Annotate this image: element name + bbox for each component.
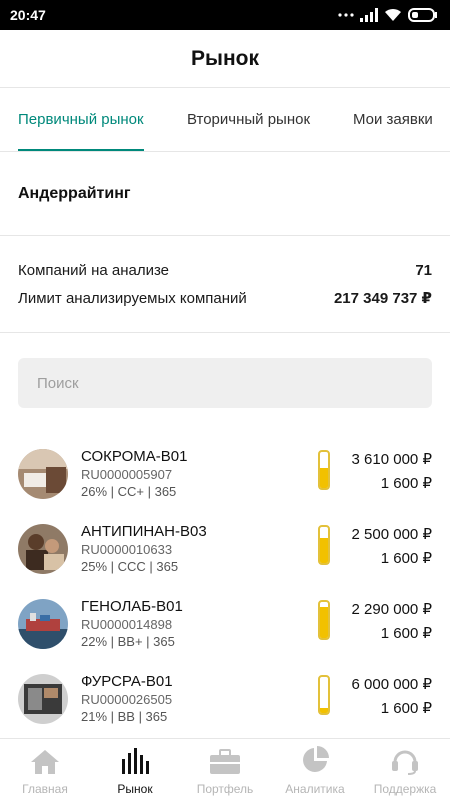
company-avatar: [18, 673, 68, 724]
status-time: 20:47: [10, 7, 46, 23]
stat-label: Лимит анализируемых компаний: [18, 289, 247, 307]
stat-label: Компаний на анализе: [18, 261, 170, 279]
list-item[interactable]: АНТИПИНАН-B03 RU0000010633 25% | CCC | 3…: [0, 511, 450, 586]
bond-total: 6 000 000 ₽: [351, 676, 432, 693]
nav-market[interactable]: Рынок: [90, 739, 180, 800]
list-item[interactable]: ГЕНОЛАБ-B01 RU0000014898 22% | BB+ | 365…: [0, 586, 450, 661]
home-icon: [30, 749, 60, 782]
nav-label: Портфель: [196, 782, 254, 796]
bond-list: СОКРОМА-B01 RU0000005907 26% | CC+ | 365…: [0, 436, 450, 736]
nav-analytics[interactable]: Аналитика: [270, 739, 360, 800]
underwriting-stats: Компаний на анализе 71 Лимит анализируем…: [0, 236, 450, 333]
bond-amounts: 6 000 000 ₽ 1 600 ₽: [352, 673, 432, 721]
status-icons: [338, 8, 438, 22]
nav-label: Аналитика: [285, 782, 345, 796]
bond-price: 1 600 ₽: [380, 625, 432, 642]
section-title: Андеррайтинг: [0, 152, 450, 236]
wifi-icon: [384, 8, 402, 22]
market-tabs: Первичный рынок Вторичный рынок Мои заяв…: [0, 88, 450, 152]
stat-row-limit: Лимит анализируемых компаний 217 349 737…: [18, 284, 432, 312]
gauge-fill: [320, 468, 328, 488]
nav-label: Главная: [22, 782, 68, 796]
bottom-nav: Главная Рынок Портфель Аналитика Поддерж…: [0, 738, 450, 800]
pie-chart-icon: [300, 745, 330, 782]
bond-price: 1 600 ₽: [380, 550, 432, 567]
fill-gauge: [318, 525, 330, 565]
market-bars-icon: [120, 745, 150, 782]
bond-total: 2 500 000 ₽: [351, 526, 432, 543]
nav-portfolio[interactable]: Портфель: [180, 739, 270, 800]
search-placeholder: Поиск: [37, 374, 79, 392]
fill-gauge: [318, 450, 330, 490]
company-avatar: [18, 448, 68, 499]
tab-primary-market[interactable]: Первичный рынок: [18, 88, 144, 151]
signal-icon: [360, 8, 378, 22]
battery-icon: [408, 8, 438, 22]
page-title: Рынок: [191, 46, 259, 70]
fill-gauge: [318, 600, 330, 640]
fill-gauge: [318, 675, 330, 715]
gauge-fill: [320, 537, 328, 563]
bond-total: 2 290 000 ₽: [351, 601, 432, 618]
gauge-fill: [320, 707, 328, 713]
bond-total: 3 610 000 ₽: [351, 451, 432, 468]
list-item[interactable]: СОКРОМА-B01 RU0000005907 26% | CC+ | 365…: [0, 436, 450, 511]
search-input[interactable]: Поиск: [18, 358, 432, 408]
gauge-fill: [320, 607, 328, 638]
bond-amounts: 2 500 000 ₽ 1 600 ₽: [352, 523, 432, 571]
bond-price: 1 600 ₽: [380, 700, 432, 717]
tab-my-orders[interactable]: Мои заявки: [353, 88, 433, 151]
bond-price: 1 600 ₽: [380, 475, 432, 492]
stat-row-companies: Компаний на анализе 71: [18, 256, 432, 284]
app-header: Рынок: [0, 30, 450, 88]
company-avatar: [18, 523, 68, 574]
briefcase-icon: [209, 749, 241, 782]
bond-amounts: 3 610 000 ₽ 1 600 ₽: [352, 448, 432, 496]
more-dots-icon: [338, 12, 354, 18]
nav-label: Поддержка: [373, 782, 437, 796]
bond-amounts: 2 290 000 ₽ 1 600 ₽: [352, 598, 432, 646]
nav-label: Рынок: [117, 782, 153, 796]
stat-value: 217 349 737 ₽: [333, 290, 432, 307]
company-avatar: [18, 598, 68, 649]
status-bar: 20:47: [0, 0, 450, 30]
headset-icon: [390, 745, 420, 782]
nav-support[interactable]: Поддержка: [360, 739, 450, 800]
nav-home[interactable]: Главная: [0, 739, 90, 800]
stat-value: 71: [415, 261, 432, 279]
list-item[interactable]: ФУРСРА-B01 RU0000026505 21% | BB | 365 6…: [0, 661, 450, 736]
tab-secondary-market[interactable]: Вторичный рынок: [187, 88, 310, 151]
